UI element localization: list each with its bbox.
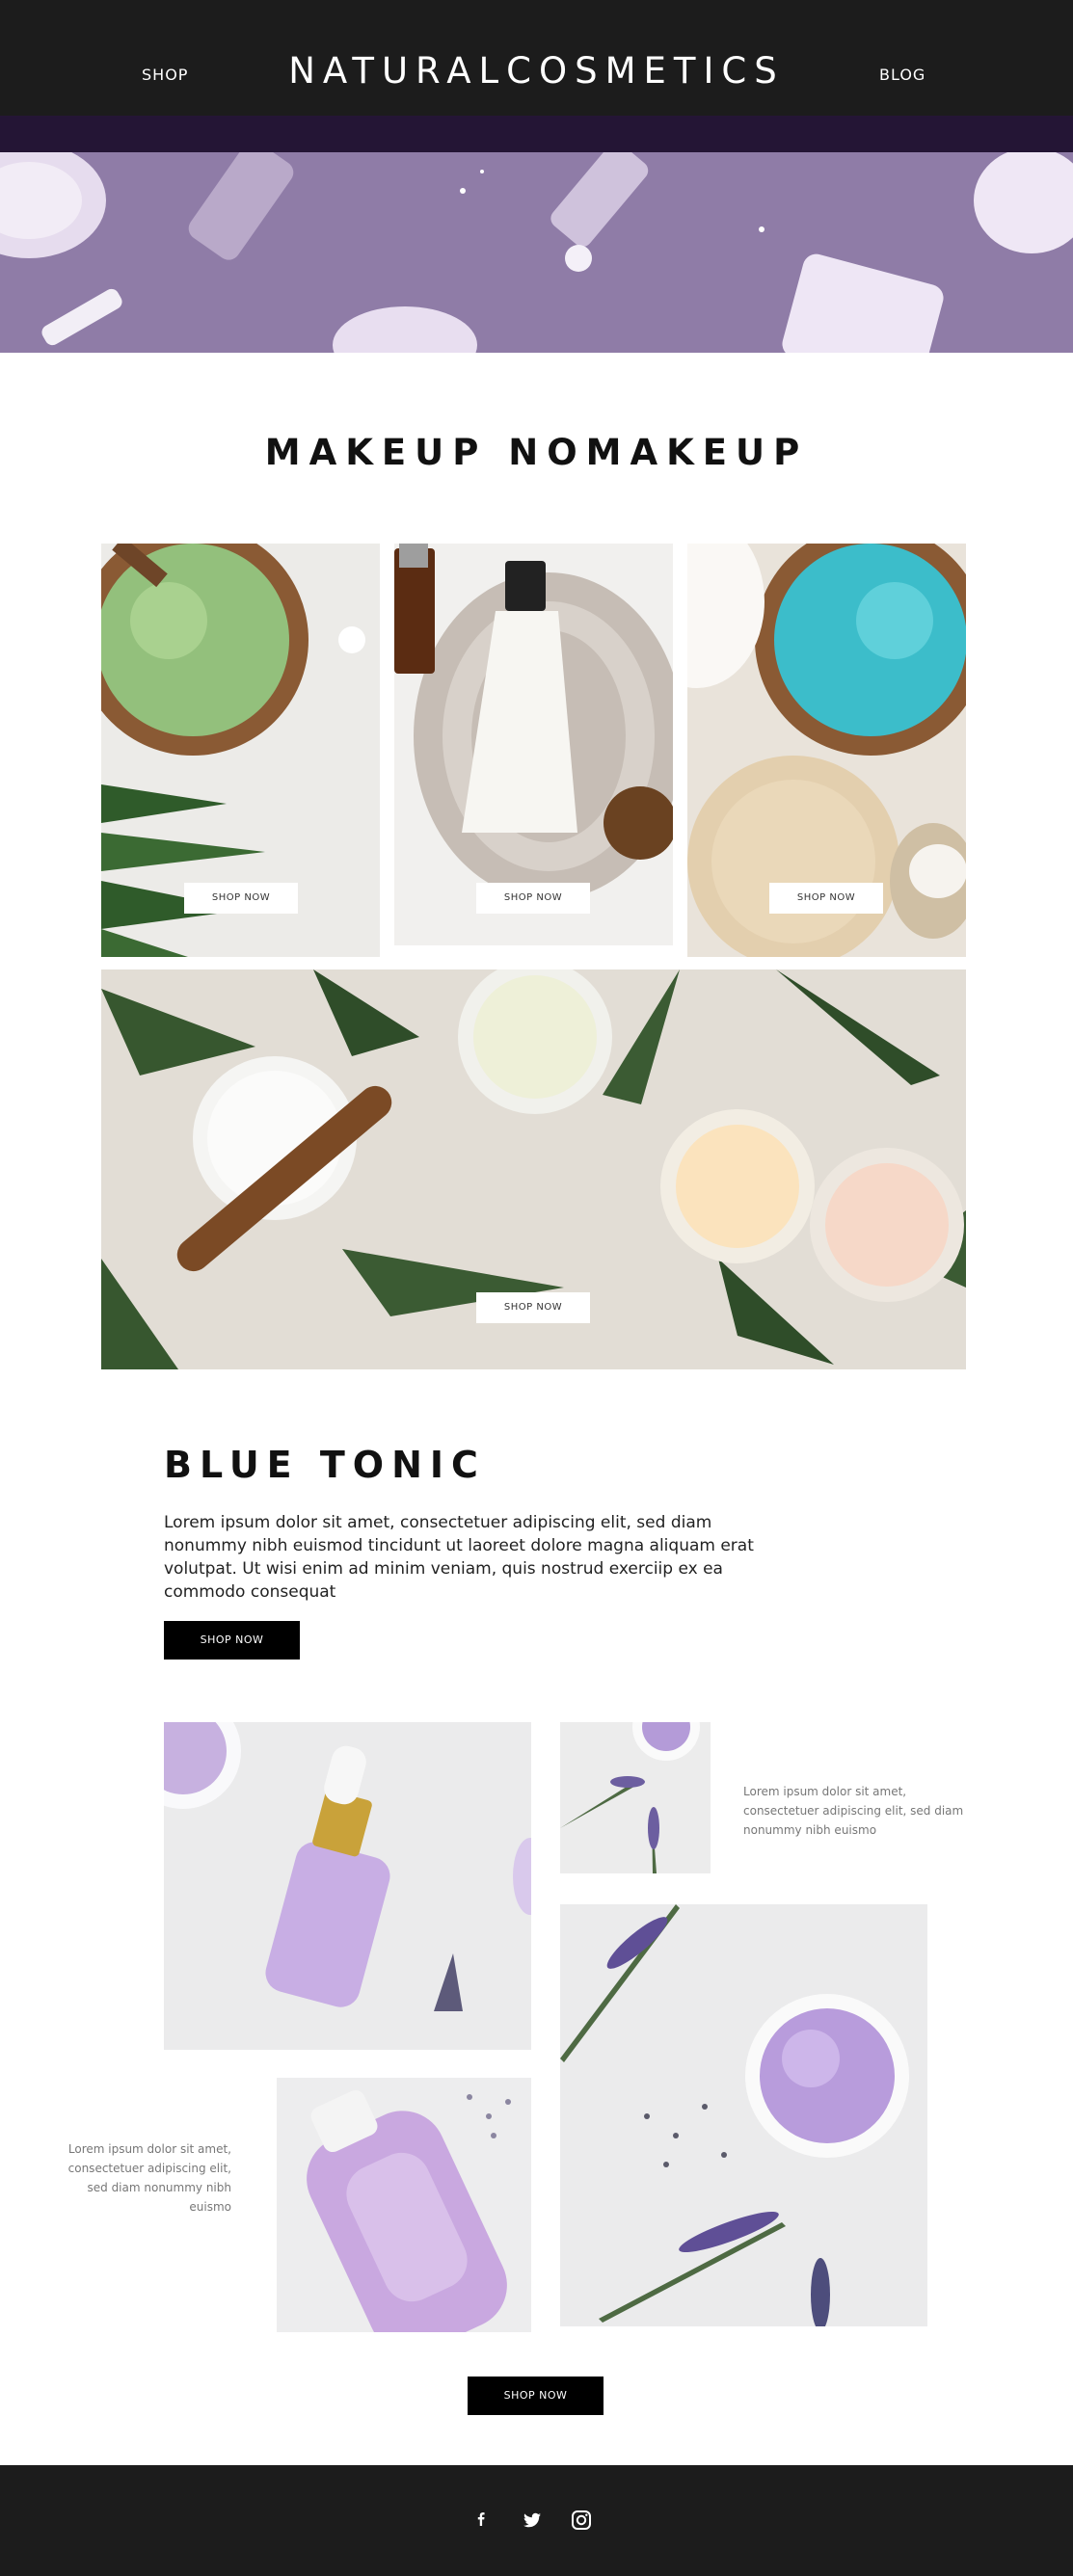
section-title-blue-tonic: BLUE TONIC xyxy=(164,1444,486,1486)
shop-now-button[interactable]: SHOP NOW xyxy=(476,1292,590,1323)
lavender-sprigs-photo xyxy=(560,1722,711,1873)
hero-image xyxy=(0,152,1073,353)
gallery-gel-bottle xyxy=(277,2078,531,2332)
twitter-icon[interactable] xyxy=(518,2506,547,2535)
blue-tonic-shop-now-button[interactable]: SHOP NOW xyxy=(164,1621,300,1660)
product-tile-creams[interactable]: SHOP NOW xyxy=(101,969,966,1369)
gallery-serum-bottle xyxy=(164,1722,531,2050)
nav-blog-link[interactable]: BLOG xyxy=(879,66,925,84)
hero-cosmetics-illustration xyxy=(0,152,1073,353)
gallery-lavender-sprigs xyxy=(560,1722,711,1873)
blue-tonic-description: Lorem ipsum dolor sit amet, consectetuer… xyxy=(164,1513,754,1602)
shop-now-button[interactable]: SHOP NOW xyxy=(476,883,590,914)
shop-now-button[interactable]: SHOP NOW xyxy=(184,883,298,914)
gallery-lavender-salt xyxy=(560,1904,927,2326)
section-title-makeup: MAKEUP NOMAKEUP xyxy=(264,432,809,473)
site-header: SHOP NATURALCOSMETICS BLOG xyxy=(0,0,1073,116)
product-tile-cream-tube[interactable]: SHOP NOW xyxy=(394,544,673,945)
facebook-icon[interactable] xyxy=(466,2506,495,2535)
gallery-caption-left: Lorem ipsum dolor sit amet, consectetuer… xyxy=(67,2142,231,2214)
product-tile-blue-salt[interactable]: SHOP NOW xyxy=(687,544,966,957)
serum-bottle-photo xyxy=(164,1722,531,2050)
gallery-caption-right: Lorem ipsum dolor sit amet, consectetuer… xyxy=(743,1785,964,1837)
site-footer xyxy=(0,2465,1073,2576)
shop-now-button[interactable]: SHOP NOW xyxy=(769,883,883,914)
gel-bottle-photo xyxy=(277,2078,531,2332)
accent-band xyxy=(0,116,1073,152)
instagram-icon[interactable] xyxy=(567,2506,596,2535)
gallery-shop-now-button[interactable]: SHOP NOW xyxy=(468,2377,604,2415)
lavender-salt-photo xyxy=(560,1904,927,2326)
product-tile-green-salt[interactable]: SHOP NOW xyxy=(101,544,380,957)
